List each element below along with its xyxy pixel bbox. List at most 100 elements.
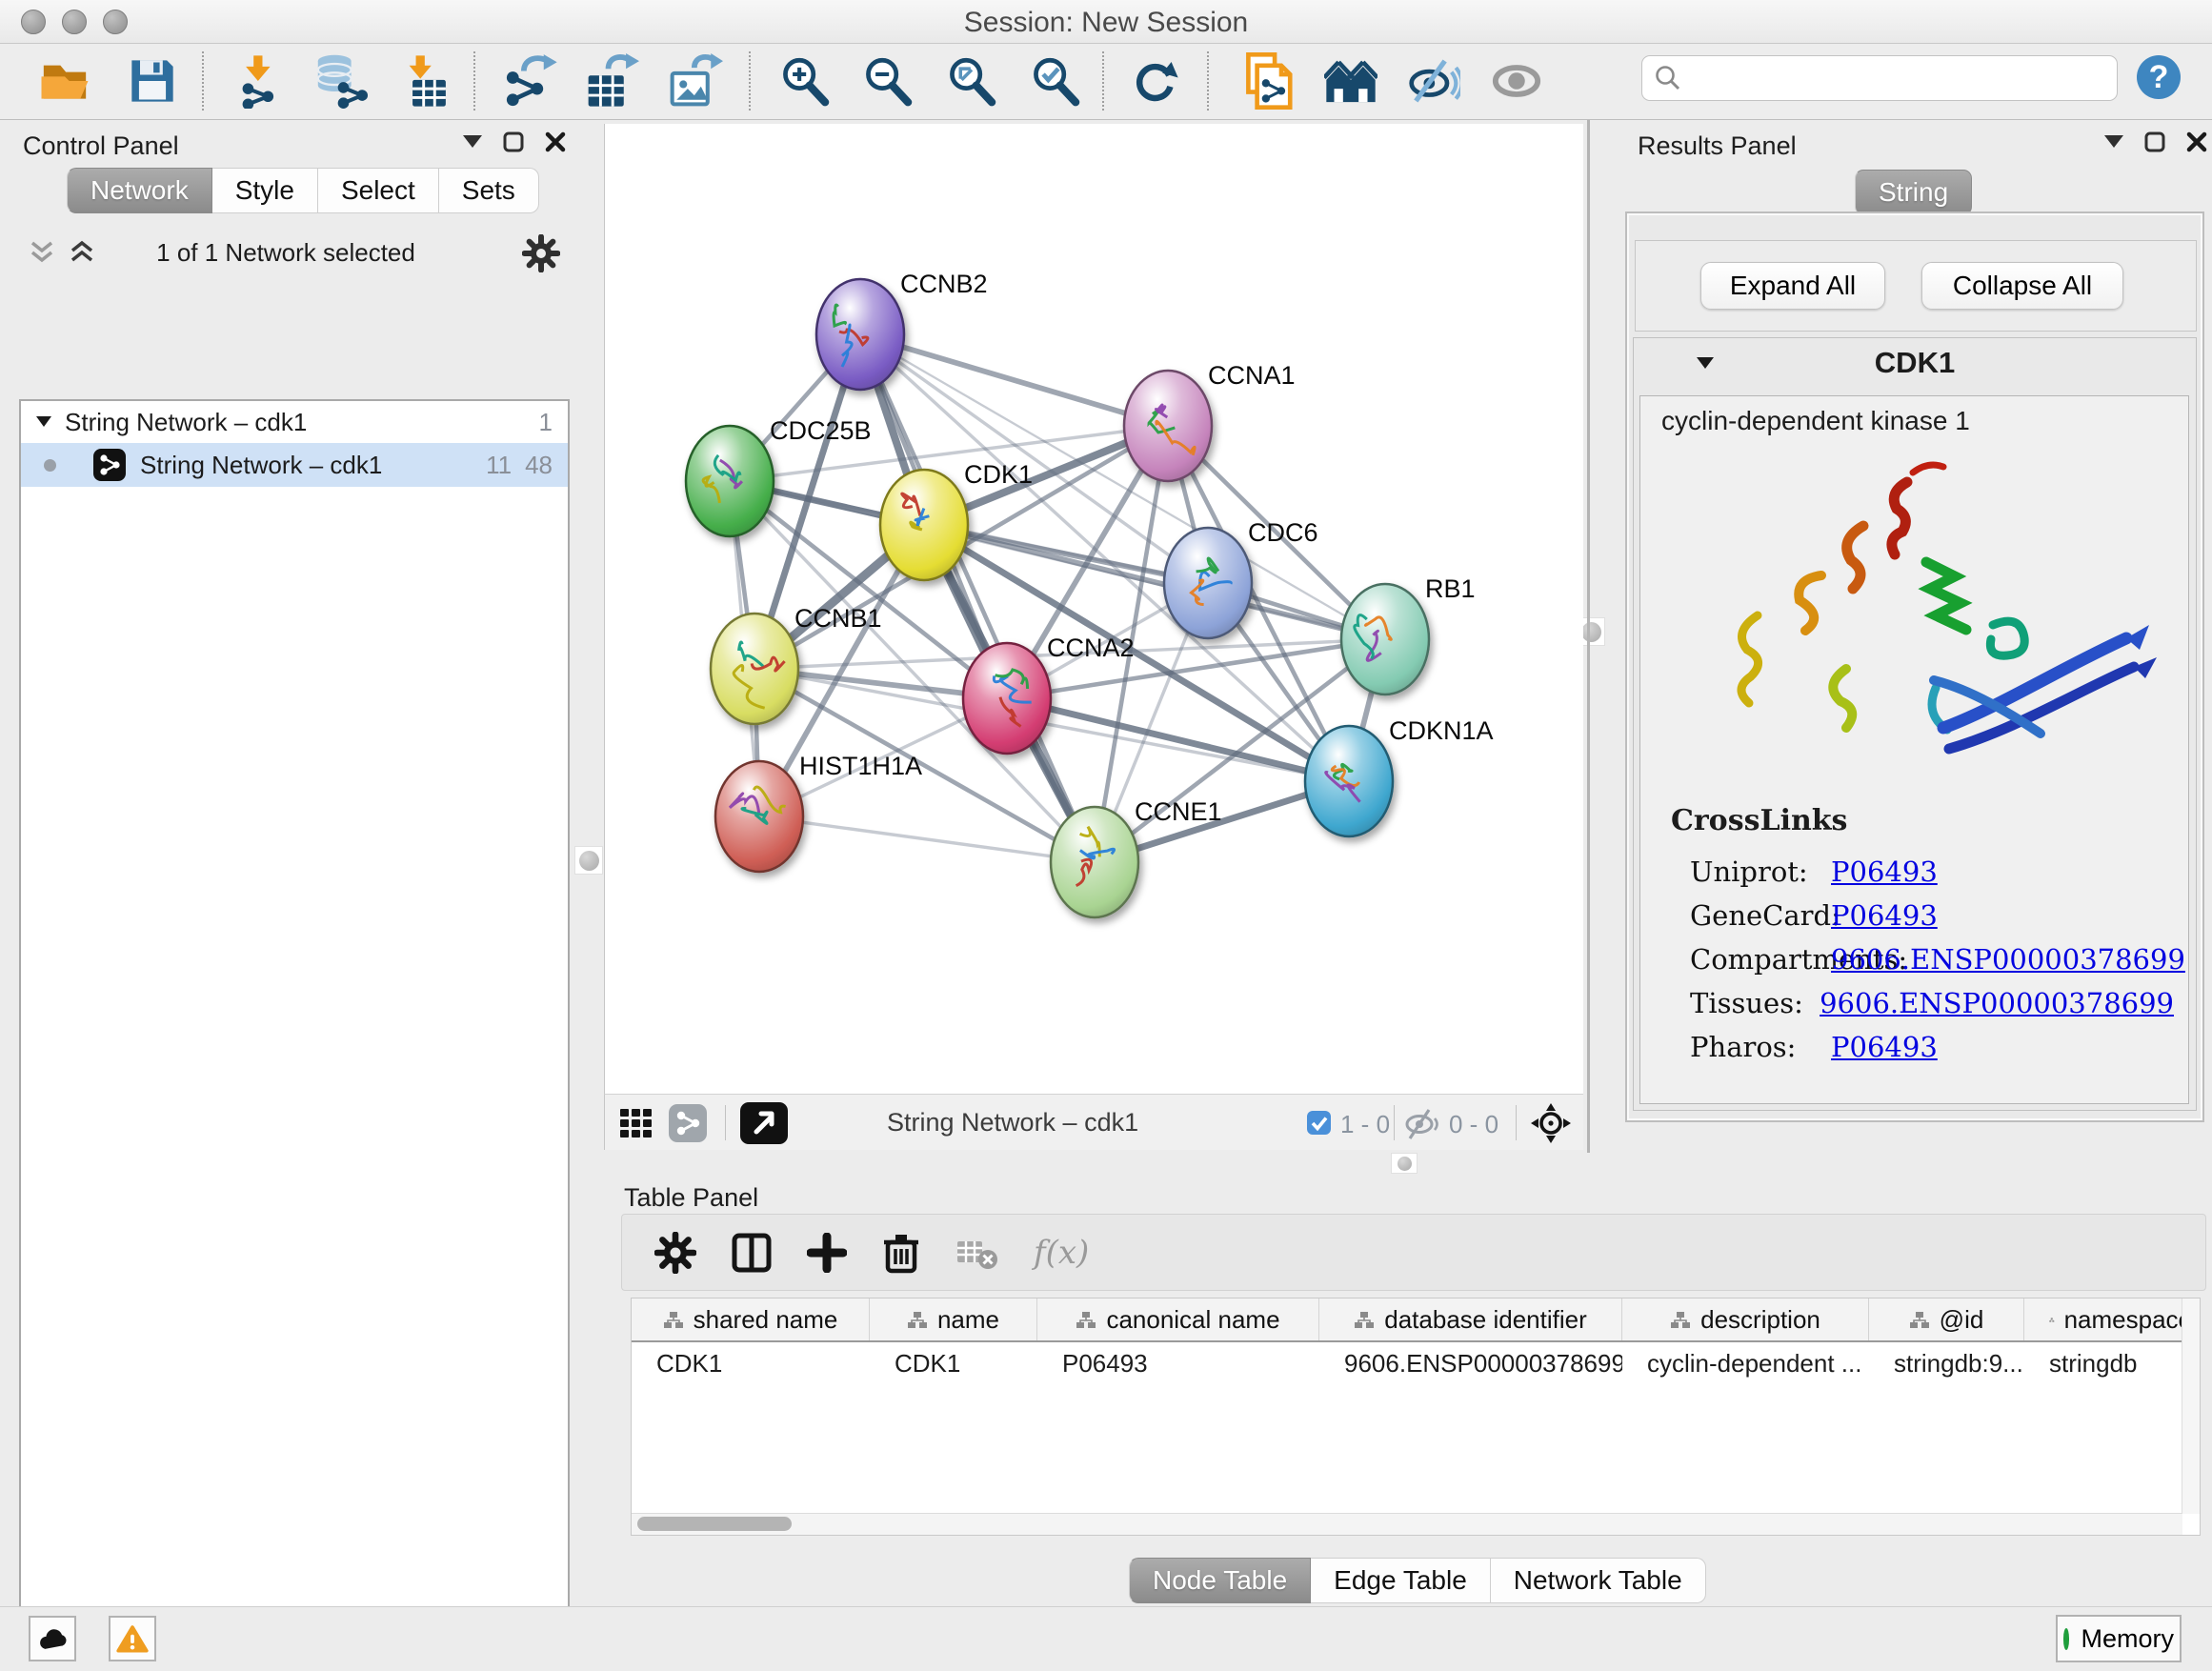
network-view-toolbar: String Network – cdk1 1 - 0 0 - 0	[604, 1094, 1583, 1150]
import-table-button[interactable]	[397, 50, 454, 112]
fit-selected-crosshair-icon[interactable]	[1529, 1101, 1573, 1145]
selected-checkbox-icon[interactable]	[1306, 1110, 1332, 1136]
select-columns-icon[interactable]	[731, 1232, 773, 1274]
tab-sets[interactable]: Sets	[439, 168, 539, 213]
network-row[interactable]: String Network – cdk1 11 48	[21, 443, 568, 487]
collapse-all-button[interactable]: Collapse All	[1921, 262, 2123, 310]
column-tree-icon	[663, 1311, 684, 1329]
crosslink-link[interactable]: P06493	[1831, 899, 1938, 932]
expand-all-button[interactable]: Expand All	[1700, 262, 1885, 310]
svg-text:CDC25B: CDC25B	[770, 416, 872, 445]
tab-edge-table[interactable]: Edge Table	[1311, 1558, 1491, 1603]
horizontal-scrollbar-thumb[interactable]	[637, 1517, 792, 1531]
crosslink-link[interactable]: 9606.ENSP00000378699	[1820, 987, 2174, 1019]
stringify-button[interactable]	[1322, 50, 1379, 112]
table-cell: CDK1	[632, 1342, 870, 1384]
column-header-shared-name[interactable]: shared name	[632, 1299, 870, 1340]
toolbar-separator	[749, 51, 751, 111]
collapse-all-icon[interactable]	[29, 240, 55, 265]
column-tree-icon	[1076, 1311, 1096, 1329]
left-splitter-handle[interactable]	[574, 846, 603, 875]
vertical-scrollbar[interactable]	[2182, 1299, 2200, 1514]
close-panel-icon[interactable]	[2186, 131, 2207, 152]
tab-node-table[interactable]: Node Table	[1129, 1558, 1311, 1603]
hidden-eye-icon[interactable]	[1403, 1108, 1441, 1140]
tab-network[interactable]: Network	[67, 168, 212, 213]
show-hide-details-button[interactable]	[1405, 50, 1462, 112]
network-options-gear-icon[interactable]	[522, 234, 560, 272]
zoom-out-button[interactable]	[859, 50, 916, 112]
string-query-button[interactable]	[1238, 50, 1296, 112]
network-label: String Network – cdk1	[140, 451, 473, 480]
zoom-selected-button[interactable]	[1027, 50, 1084, 112]
column-header-namespace[interactable]: namespace	[2024, 1299, 2193, 1340]
open-folder-icon	[38, 56, 91, 106]
application-window: Session: New Session	[0, 0, 2212, 1671]
column-header-label: namespace	[2064, 1305, 2192, 1335]
import-network-icon	[232, 53, 286, 109]
import-network-button[interactable]	[231, 50, 288, 112]
network-node-CDC6	[1164, 528, 1252, 638]
table-cell: stringdb:9...	[1869, 1342, 2024, 1384]
memory-button[interactable]: Memory	[2056, 1615, 2182, 1662]
collection-expand-icon[interactable]	[36, 416, 51, 428]
delete-table-icon[interactable]	[955, 1234, 999, 1272]
eye-icon	[1490, 58, 1543, 104]
export-table-button[interactable]	[583, 50, 640, 112]
svg-text:CDK1: CDK1	[964, 460, 1033, 489]
add-column-icon[interactable]	[807, 1233, 847, 1273]
open-session-button[interactable]	[36, 50, 93, 112]
warnings-button[interactable]	[109, 1616, 156, 1661]
network-graph[interactable]: CCNB2CCNA1CDC25BCDK1CDC6RB1CCNB1CCNA2CDK…	[605, 124, 1584, 1094]
import-network-database-button[interactable]	[312, 50, 369, 112]
control-panel-tabs: Network Style Select Sets	[67, 168, 539, 213]
export-image-button[interactable]	[667, 50, 724, 112]
bottom-splitter-handle[interactable]	[1391, 1153, 1418, 1174]
search-input[interactable]	[1690, 63, 2117, 94]
float-panel-icon[interactable]	[463, 135, 482, 149]
import-database-icon	[312, 53, 368, 109]
help-button[interactable]: ?	[2130, 46, 2187, 109]
table-header-row: shared namenamecanonical namedatabase id…	[632, 1299, 2200, 1342]
crosslink-link[interactable]: 9606.ENSP00000378699	[1831, 943, 2185, 976]
grayed-eye-button[interactable]	[1488, 50, 1545, 112]
zoom-fit-button[interactable]	[943, 50, 1000, 112]
network-node-CCNA2	[963, 643, 1051, 754]
network-edge-count: 48	[525, 451, 553, 480]
tab-style[interactable]: Style	[212, 168, 318, 213]
network-canvas[interactable]: CCNB2CCNA1CDC25BCDK1CDC6RB1CCNB1CCNA2CDK…	[604, 124, 1583, 1094]
save-session-button[interactable]	[124, 50, 181, 112]
table-row[interactable]: CDK1CDK1P064939606.ENSP00000378699cyclin…	[632, 1342, 2200, 1384]
crosslink-link[interactable]: P06493	[1831, 1031, 1938, 1063]
function-builder-icon[interactable]: f(x)	[1034, 1234, 1089, 1272]
table-cell: cyclin-dependent ...	[1622, 1342, 1869, 1384]
maximize-panel-icon[interactable]	[2144, 131, 2165, 152]
svg-text:HIST1H1A: HIST1H1A	[799, 752, 922, 780]
cloud-button[interactable]	[29, 1616, 76, 1661]
float-panel-icon[interactable]	[2104, 135, 2123, 149]
tab-network-table[interactable]: Network Table	[1491, 1558, 1706, 1603]
tab-string[interactable]: String	[1855, 170, 1972, 215]
tab-select[interactable]: Select	[318, 168, 439, 213]
close-panel-icon[interactable]	[545, 131, 566, 152]
birds-eye-view-button[interactable]	[618, 1104, 660, 1142]
column-header-name[interactable]: name	[870, 1299, 1037, 1340]
crosslink-link[interactable]: P06493	[1831, 856, 1938, 888]
refresh-view-button[interactable]	[1126, 50, 1183, 112]
column-header-database-identifier[interactable]: database identifier	[1319, 1299, 1622, 1340]
horizontal-scrollbar[interactable]	[632, 1513, 2182, 1535]
svg-text:CDC6: CDC6	[1248, 518, 1318, 547]
column-header--id[interactable]: @id	[1869, 1299, 2024, 1340]
column-header-description[interactable]: description	[1622, 1299, 1869, 1340]
network-collection-row[interactable]: String Network – cdk1 1	[21, 401, 568, 443]
external-arrow-icon	[740, 1102, 788, 1144]
maximize-panel-icon[interactable]	[503, 131, 524, 152]
table-options-gear-icon[interactable]	[654, 1232, 696, 1274]
delete-column-icon[interactable]	[881, 1231, 921, 1275]
string-badge-button[interactable]	[668, 1102, 712, 1144]
open-in-window-button[interactable]	[740, 1102, 788, 1144]
column-header-canonical-name[interactable]: canonical name	[1037, 1299, 1319, 1340]
node-table: shared namenamecanonical namedatabase id…	[631, 1298, 2201, 1536]
zoom-in-button[interactable]	[776, 50, 834, 112]
export-network-button[interactable]	[503, 50, 560, 112]
